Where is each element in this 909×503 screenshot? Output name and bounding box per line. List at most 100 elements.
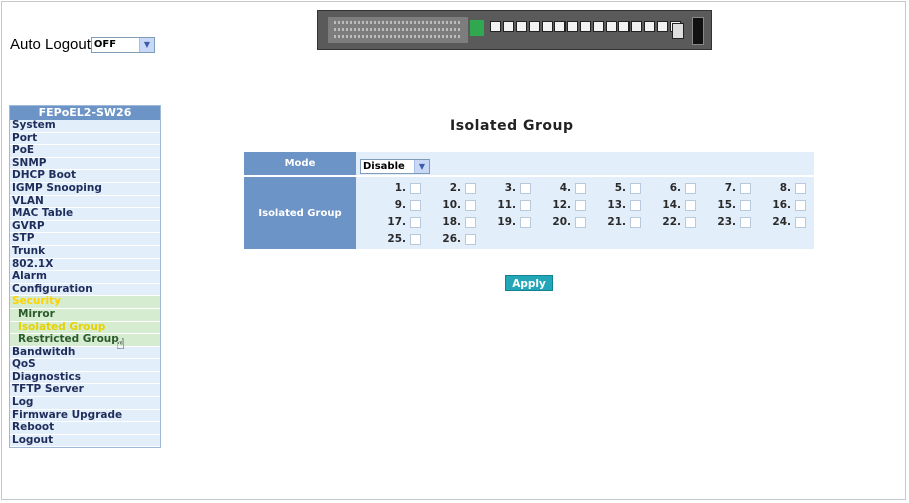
device-console-port	[692, 17, 704, 45]
auto-logout-label: Auto Logout	[10, 36, 91, 53]
sidebar-item-alarm[interactable]: Alarm	[10, 271, 160, 284]
port-item: 24.	[751, 216, 806, 228]
apply-button[interactable]: Apply	[505, 275, 553, 291]
port-label: 2.	[449, 182, 461, 194]
device-sfp-port	[672, 23, 684, 39]
port-checkbox[interactable]	[410, 182, 421, 194]
port-item: 9.	[366, 199, 421, 211]
port-item: 11.	[476, 199, 531, 211]
sidebar-item-restricted-group[interactable]: Restricted Group	[10, 333, 160, 347]
mode-label: Mode	[244, 152, 356, 176]
port-checkbox[interactable]	[520, 199, 531, 211]
port-label: 16.	[772, 199, 791, 211]
port-label: 8.	[779, 182, 791, 194]
port-label: 11.	[497, 199, 516, 211]
port-checkbox[interactable]	[575, 199, 586, 211]
port-checkbox[interactable]	[795, 216, 806, 228]
port-label: 12.	[552, 199, 571, 211]
port-checkbox[interactable]	[740, 216, 751, 228]
port-label: 4.	[559, 182, 571, 194]
sidebar-item-reboot[interactable]: Reboot	[10, 422, 160, 435]
sidebar-item-igmp-snooping[interactable]: IGMP Snooping	[10, 182, 160, 196]
port-item: 3.	[476, 182, 531, 194]
port-label: 1.	[394, 182, 406, 194]
port-item: 1.	[366, 182, 421, 194]
port-label: 15.	[717, 199, 736, 211]
port-grid-cell: 1. 2. 3. 4. 5. 6. 7. 8. 9. 10. 11. 12. 13. 14. 15. 16. 1…	[356, 175, 814, 249]
port-checkbox[interactable]	[465, 233, 476, 245]
port-label: 19.	[497, 216, 516, 228]
port-label: 23.	[717, 216, 736, 228]
port-item: 4.	[531, 182, 586, 194]
isolated-group-label: Isolated Group	[244, 175, 356, 249]
port-checkbox[interactable]	[795, 199, 806, 211]
port-checkbox[interactable]	[465, 216, 476, 228]
port-checkbox[interactable]	[410, 216, 421, 228]
port-label: 25.	[387, 233, 406, 245]
sidebar-item-log[interactable]: Log	[10, 396, 160, 410]
sidebar-title: FEPoEL2-SW26	[10, 106, 160, 120]
port-checkbox[interactable]	[685, 182, 696, 194]
hand-cursor-icon: ☝	[116, 335, 126, 353]
port-checkbox[interactable]	[795, 182, 806, 194]
sidebar-item-logout[interactable]: Logout	[10, 434, 160, 448]
port-item: 16.	[751, 199, 806, 211]
port-label: 3.	[504, 182, 516, 194]
switch-device-image	[317, 10, 712, 50]
port-checkbox[interactable]	[410, 233, 421, 245]
port-checkbox[interactable]	[685, 199, 696, 211]
port-grid: 1. 2. 3. 4. 5. 6. 7. 8. 9. 10. 11. 12. 13. 14. 15. 16. 1…	[356, 177, 814, 249]
sidebar-item-mirror[interactable]: Mirror	[10, 308, 160, 322]
port-item: 10.	[421, 199, 476, 211]
port-label: 14.	[662, 199, 681, 211]
port-checkbox[interactable]	[465, 199, 476, 211]
port-label: 9.	[394, 199, 406, 211]
port-item: 12.	[531, 199, 586, 211]
port-label: 22.	[662, 216, 681, 228]
port-item: 15.	[696, 199, 751, 211]
sidebar-item-qos[interactable]: QoS	[10, 359, 160, 372]
port-label: 5.	[614, 182, 626, 194]
port-label: 21.	[607, 216, 626, 228]
sidebar-item-trunk[interactable]: Trunk	[10, 245, 160, 259]
port-checkbox[interactable]	[685, 216, 696, 228]
port-checkbox[interactable]	[575, 216, 586, 228]
port-label: 24.	[772, 216, 791, 228]
port-label: 6.	[669, 182, 681, 194]
port-checkbox[interactable]	[630, 216, 641, 228]
isolated-group-table: Mode Disable ▼ Isolated Group 1. 2. 3. 4. 5.…	[244, 152, 814, 249]
port-item: 17.	[366, 216, 421, 228]
port-item: 19.	[476, 216, 531, 228]
port-checkbox[interactable]	[520, 216, 531, 228]
port-checkbox[interactable]	[575, 182, 586, 194]
device-led-block	[470, 20, 484, 36]
auto-logout: Auto Logout OFF ▼	[10, 36, 155, 53]
port-checkbox[interactable]	[410, 199, 421, 211]
port-item: 21.	[586, 216, 641, 228]
sidebar-item-mac-table[interactable]: MAC Table	[10, 208, 160, 221]
port-item: 6.	[641, 182, 696, 194]
port-checkbox[interactable]	[465, 182, 476, 194]
sidebar-item-system[interactable]: System	[10, 119, 160, 133]
port-item: 7.	[696, 182, 751, 194]
port-item: 5.	[586, 182, 641, 194]
port-item: 8.	[751, 182, 806, 194]
port-item: 22.	[641, 216, 696, 228]
port-item: 20.	[531, 216, 586, 228]
port-label: 13.	[607, 199, 626, 211]
port-checkbox[interactable]	[630, 199, 641, 211]
port-checkbox[interactable]	[630, 182, 641, 194]
port-checkbox[interactable]	[520, 182, 531, 194]
port-checkbox[interactable]	[740, 199, 751, 211]
port-label: 10.	[442, 199, 461, 211]
port-item: 23.	[696, 216, 751, 228]
port-item: 2.	[421, 182, 476, 194]
port-item: 26.	[421, 233, 476, 245]
port-checkbox[interactable]	[740, 182, 751, 194]
port-item: 14.	[641, 199, 696, 211]
port-label: 26.	[442, 233, 461, 245]
mode-select[interactable]: Disable ▼	[360, 159, 430, 174]
sidebar-item-poe[interactable]: PoE	[10, 145, 160, 158]
auto-logout-select[interactable]: OFF ▼	[90, 36, 155, 53]
device-front-panel	[328, 17, 468, 43]
